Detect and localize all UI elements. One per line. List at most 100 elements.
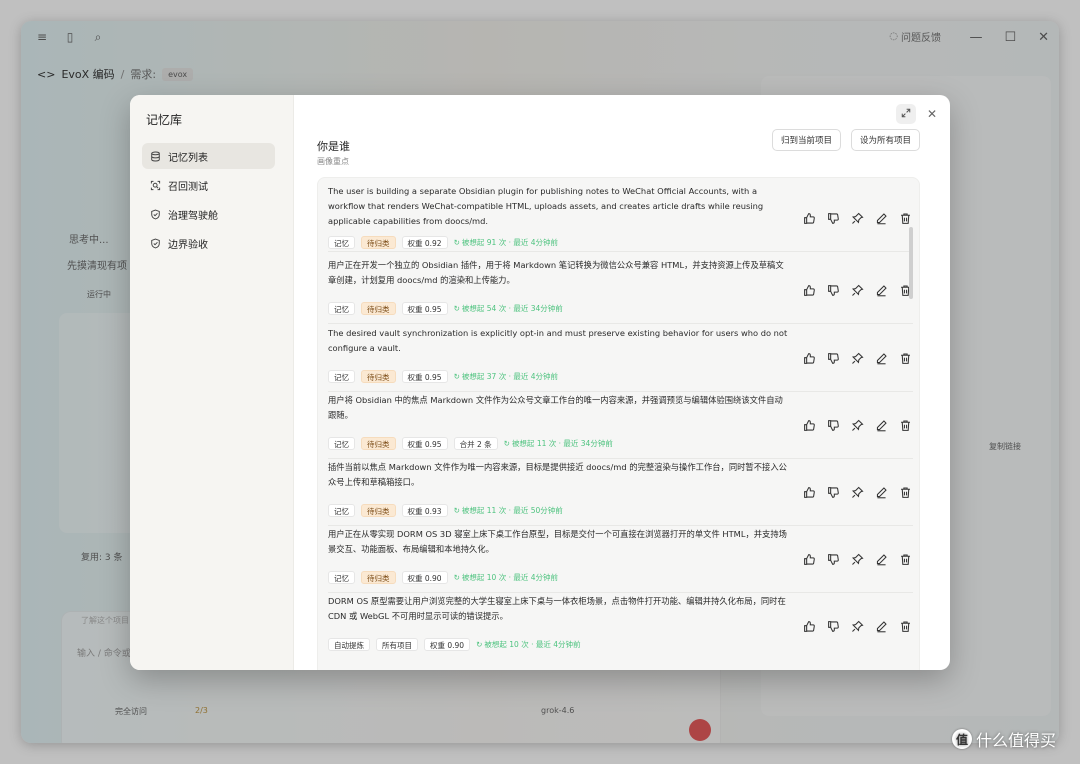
pin-icon	[851, 212, 864, 225]
pin-icon	[851, 486, 864, 499]
edit-button[interactable]	[875, 486, 888, 499]
refresh-icon: ↻	[503, 439, 510, 448]
thumbs-down-button[interactable]	[827, 352, 840, 365]
edit-icon	[875, 620, 888, 633]
memory-item[interactable]: DORM OS 原型需要让用户浏览完整的大学生寝室上床下桌与一体衣柜场景，点击物…	[328, 594, 913, 660]
thumbs-up-button[interactable]	[803, 486, 816, 499]
pin-icon	[851, 284, 864, 297]
thumbs-down-icon	[827, 212, 840, 225]
pin-icon	[851, 553, 864, 566]
database-icon	[150, 151, 161, 162]
edit-button[interactable]	[875, 212, 888, 225]
pending-tag: 待归类	[361, 437, 396, 450]
recall-status: ↻ 被想起 37 次 · 最近 4分钟前	[454, 371, 558, 382]
edit-icon	[875, 284, 888, 297]
pin-button[interactable]	[851, 620, 864, 633]
memory-actions	[803, 352, 912, 365]
memory-tag: 权重 0.92	[401, 236, 448, 249]
watermark-logo: 值	[952, 729, 972, 749]
edit-button[interactable]	[875, 352, 888, 365]
expand-button[interactable]	[896, 104, 916, 124]
nav-recall-test[interactable]: 召回测试	[142, 172, 275, 198]
thumbs-down-button[interactable]	[827, 553, 840, 566]
pin-button[interactable]	[851, 284, 864, 297]
memory-item[interactable]: 用户正在开发一个独立的 Obsidian 插件，用于将 Markdown 笔记转…	[328, 258, 913, 324]
delete-button[interactable]	[899, 553, 912, 566]
thumbs-down-button[interactable]	[827, 212, 840, 225]
pin-button[interactable]	[851, 352, 864, 365]
delete-button[interactable]	[899, 419, 912, 432]
thumbs-up-button[interactable]	[803, 352, 816, 365]
recall-text: 被想起 37 次 · 最近 4分钟前	[461, 372, 559, 381]
edit-button[interactable]	[875, 553, 888, 566]
delete-button[interactable]	[899, 352, 912, 365]
delete-button[interactable]	[899, 486, 912, 499]
pending-tag: 待归类	[361, 302, 396, 315]
refresh-icon: ↻	[453, 506, 460, 515]
shield-check-icon	[150, 238, 161, 249]
nav-memory-list[interactable]: 记忆列表	[142, 143, 275, 169]
memory-tags: 记忆 待归类 权重 0.92 ↻ 被想起 91 次 · 最近 4分钟前	[328, 236, 558, 249]
memory-tags: 记忆 待归类 权重 0.93 ↻ 被想起 11 次 · 最近 50分钟前	[328, 504, 563, 517]
scrollbar[interactable]	[909, 227, 913, 299]
thumbs-down-icon	[827, 620, 840, 633]
delete-button[interactable]	[899, 212, 912, 225]
memory-item[interactable]: 用户正在从零实现 DORM OS 3D 寝室上床下桌工作台原型，目标是交付一个可…	[328, 527, 913, 593]
thumbs-up-button[interactable]	[803, 419, 816, 432]
refresh-icon: ↻	[453, 304, 460, 313]
memory-tag: 记忆	[328, 504, 355, 517]
modal-main: ✕ 你是谁 画像重点 归到当前项目 设为所有项目 The user is bui…	[295, 95, 950, 670]
edit-button[interactable]	[875, 419, 888, 432]
pin-button[interactable]	[851, 553, 864, 566]
thumbs-down-button[interactable]	[827, 419, 840, 432]
search-square-icon	[150, 180, 161, 191]
memory-tags: 自动提炼 所有项目 权重 0.90 ↻ 被想起 10 次 · 最近 4分钟前	[328, 638, 581, 651]
memory-tag: 记忆	[328, 437, 355, 450]
assign-project-button[interactable]: 归到当前项目	[772, 129, 842, 151]
memory-tag: 权重 0.90	[401, 571, 448, 584]
edit-button[interactable]	[875, 284, 888, 297]
thumbs-down-button[interactable]	[827, 486, 840, 499]
nav-label: 治理驾驶舱	[168, 210, 218, 222]
nav-boundary-check[interactable]: 边界验收	[142, 230, 275, 256]
expand-icon	[901, 108, 911, 121]
memory-item[interactable]: 用户将 Obsidian 中的焦点 Markdown 文件作为公众号文章工作台的…	[328, 393, 913, 459]
thumbs-down-button[interactable]	[827, 620, 840, 633]
edit-button[interactable]	[875, 620, 888, 633]
memory-text: The user is building a separate Obsidian…	[328, 186, 764, 226]
thumbs-down-icon	[827, 284, 840, 297]
thumbs-up-button[interactable]	[803, 620, 816, 633]
pin-button[interactable]	[851, 212, 864, 225]
thumbs-up-icon	[803, 553, 816, 566]
thumbs-up-button[interactable]	[803, 553, 816, 566]
refresh-icon: ↻	[453, 238, 460, 247]
thumbs-down-icon	[827, 419, 840, 432]
close-button[interactable]: ✕	[925, 105, 939, 123]
pin-button[interactable]	[851, 419, 864, 432]
watermark: 值 什么值得买	[952, 727, 1056, 751]
memory-item[interactable]: 插件当前以焦点 Markdown 文件作为唯一内容来源，目标是提供接近 dooc…	[328, 460, 913, 526]
thumbs-up-icon	[803, 419, 816, 432]
thumbs-down-button[interactable]	[827, 284, 840, 297]
memory-item[interactable]: The desired vault synchronization is exp…	[328, 326, 913, 392]
memory-tag: 合并 2 条	[453, 437, 498, 450]
pin-button[interactable]	[851, 486, 864, 499]
assign-all-button[interactable]: 设为所有项目	[851, 129, 921, 151]
thumbs-up-button[interactable]	[803, 212, 816, 225]
modal-title: 记忆库	[146, 113, 183, 127]
thumbs-up-icon	[803, 352, 816, 365]
memory-tag: 记忆	[328, 236, 355, 249]
thumbs-up-icon	[803, 620, 816, 633]
recall-text: 被想起 10 次 · 最近 4分钟前	[461, 573, 559, 582]
thumbs-down-icon	[827, 352, 840, 365]
memory-tag: 权重 0.90	[424, 638, 471, 651]
refresh-icon: ↻	[476, 640, 483, 649]
nav-governance[interactable]: 治理驾驶舱	[142, 201, 275, 227]
memory-item[interactable]: The user is building a separate Obsidian…	[328, 184, 913, 252]
thumbs-down-icon	[827, 486, 840, 499]
thumbs-up-icon	[803, 284, 816, 297]
delete-button[interactable]	[899, 620, 912, 633]
memory-tag: 权重 0.95	[401, 370, 448, 383]
memory-tag: 记忆	[328, 370, 355, 383]
thumbs-up-button[interactable]	[803, 284, 816, 297]
